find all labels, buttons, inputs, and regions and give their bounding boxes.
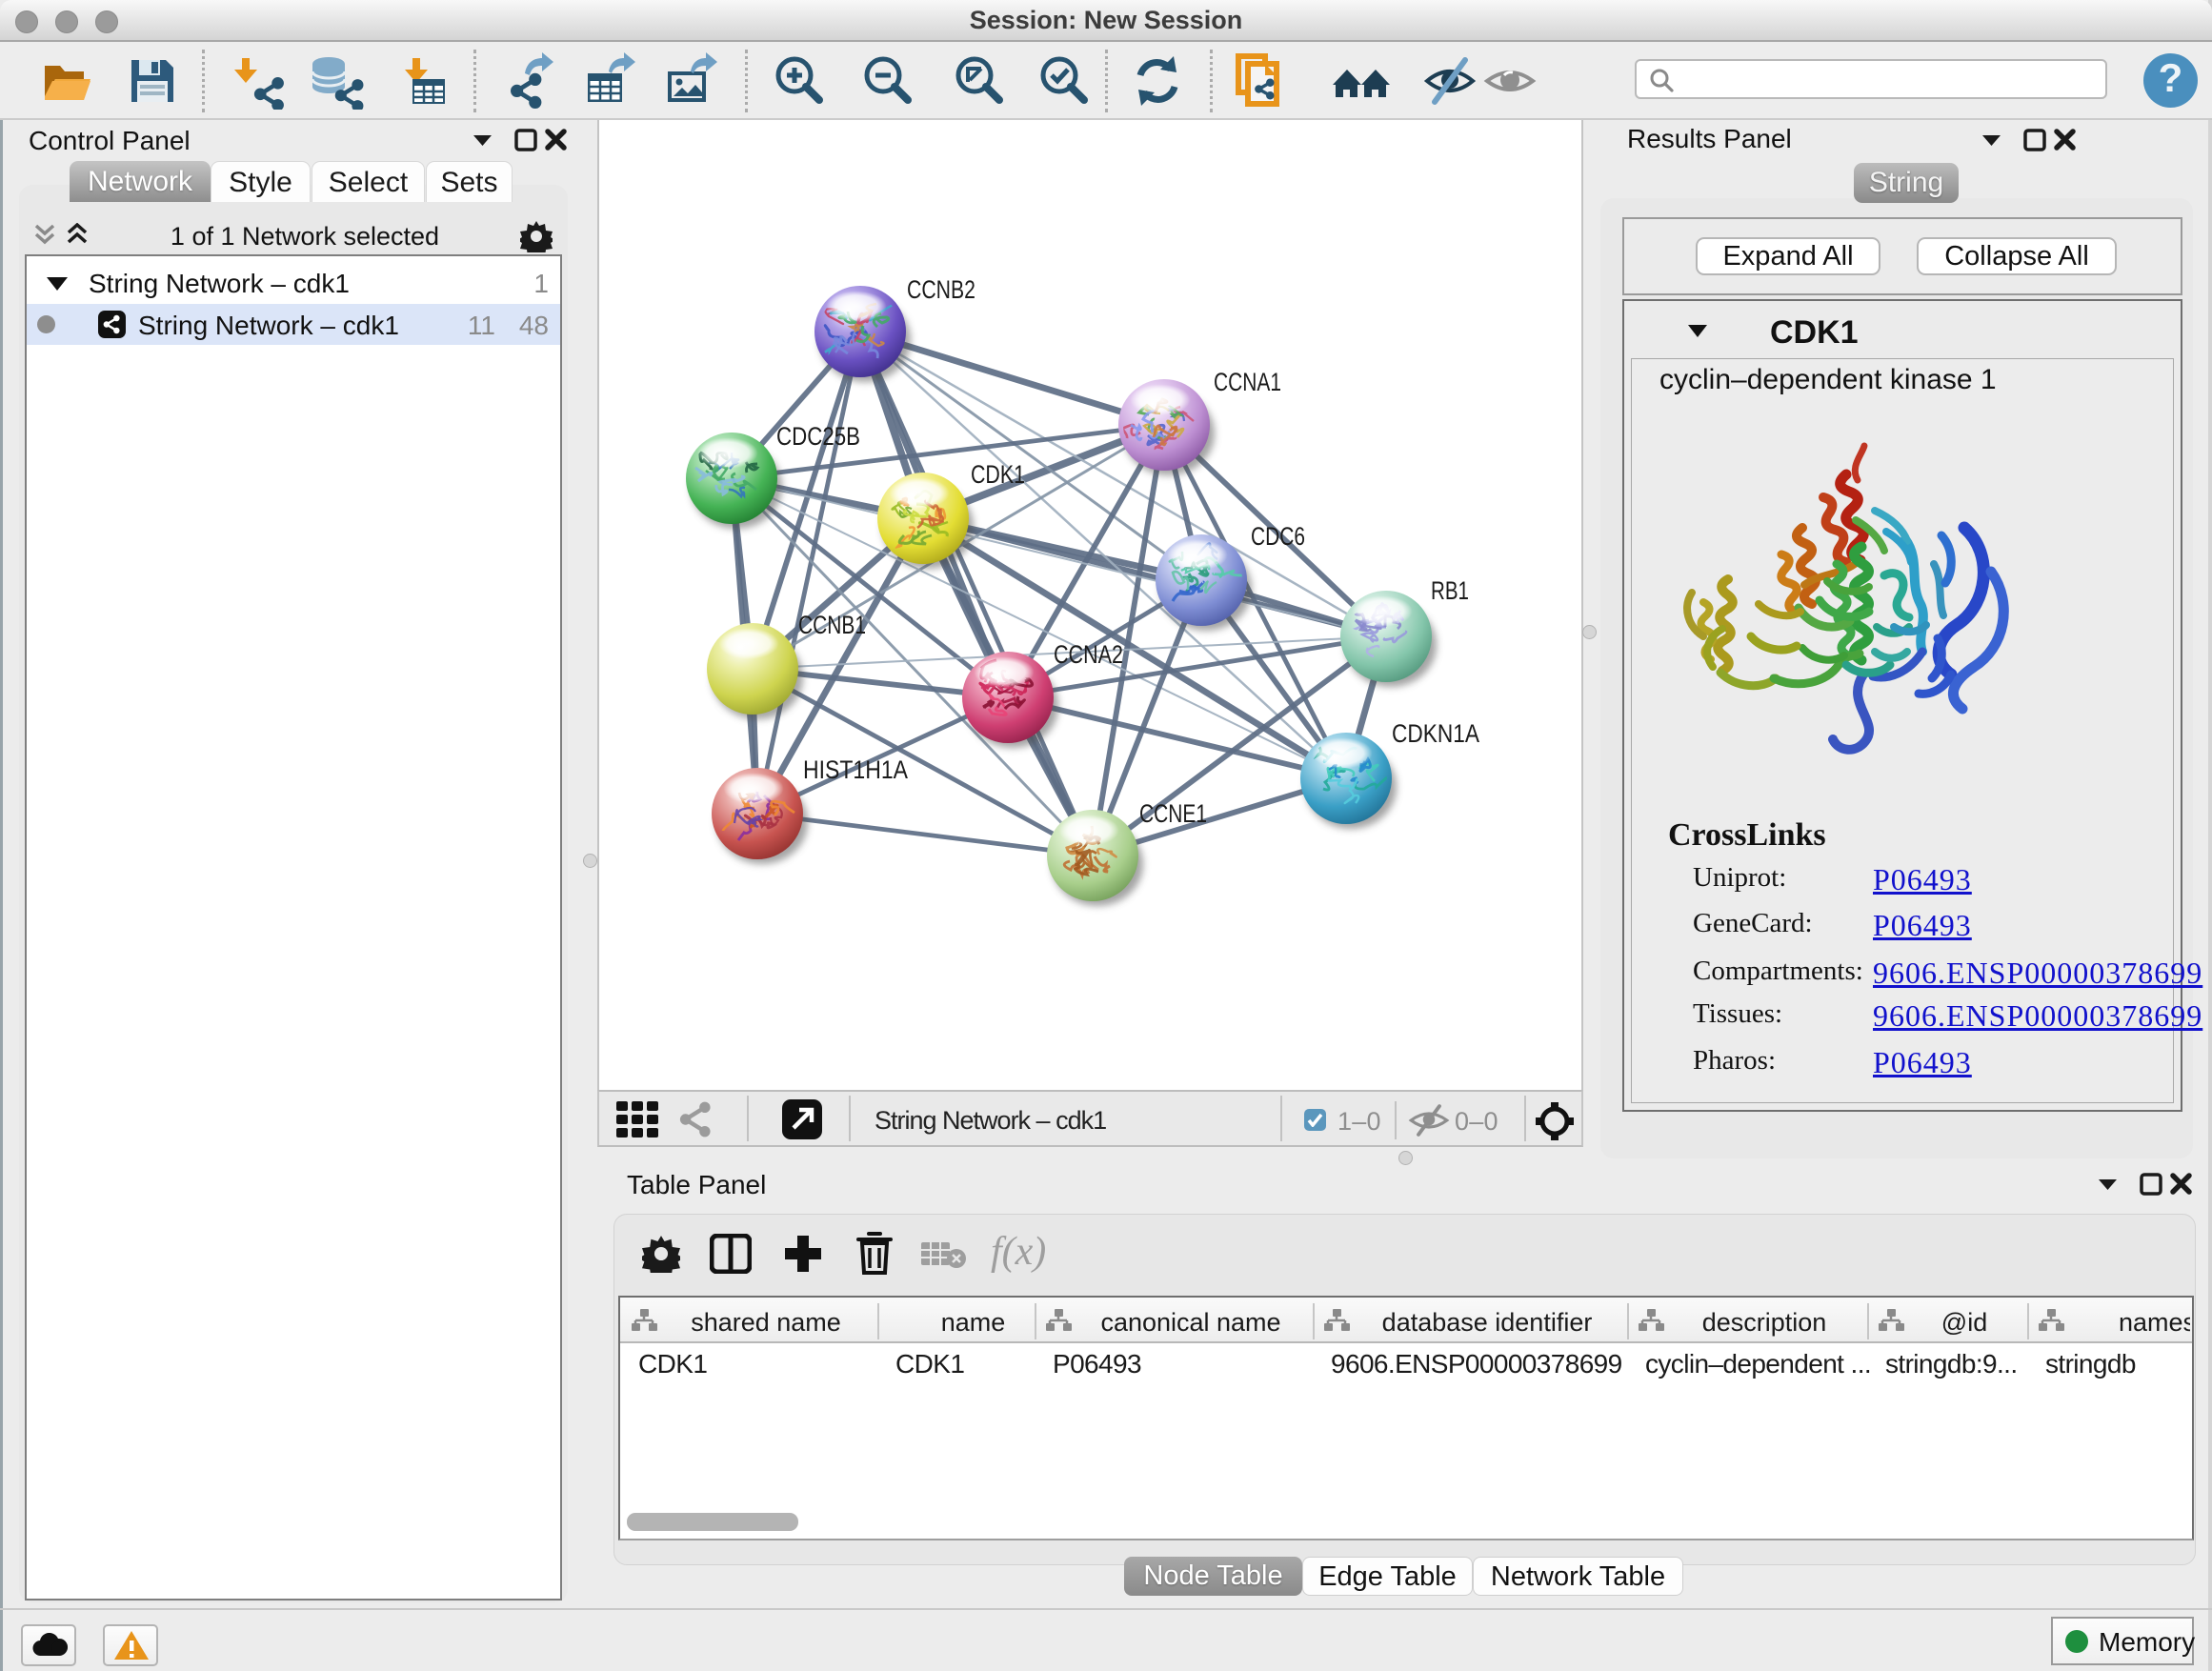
svg-text:CCNE1: CCNE1 <box>1139 799 1207 828</box>
svg-text:CDC6: CDC6 <box>1251 522 1305 551</box>
svg-text:CDC25B: CDC25B <box>776 422 860 451</box>
svg-text:CCNA1: CCNA1 <box>1214 368 1281 396</box>
svg-text:CDKN1A: CDKN1A <box>1392 719 1479 748</box>
svg-text:RB1: RB1 <box>1431 576 1469 605</box>
svg-text:CDK1: CDK1 <box>971 460 1025 489</box>
svg-text:CCNB2: CCNB2 <box>907 275 975 304</box>
svg-text:CCNB1: CCNB1 <box>798 611 866 639</box>
svg-text:CCNA2: CCNA2 <box>1054 640 1123 669</box>
svg-text:HIST1H1A: HIST1H1A <box>803 755 908 784</box>
